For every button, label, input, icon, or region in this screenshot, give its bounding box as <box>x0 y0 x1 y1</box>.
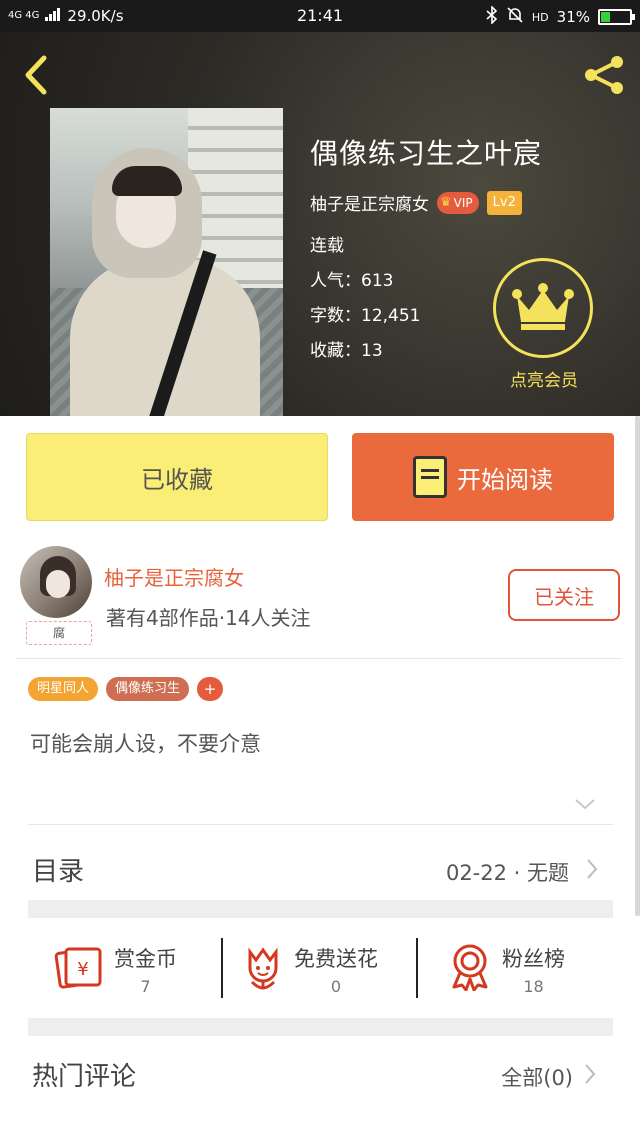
vip-badge: ♛ VIP <box>437 191 479 214</box>
chevron-right-icon <box>583 1062 597 1090</box>
book-cover-image[interactable] <box>50 108 283 416</box>
stat-value: 18 <box>523 976 544 996</box>
author-card[interactable]: 腐 柚子是正宗腐女 著有4部作品·14人关注 已关注 <box>18 544 622 656</box>
stat-divider <box>221 938 223 998</box>
chevron-right-icon <box>585 857 599 885</box>
stat-label: 免费送花 <box>294 946 378 971</box>
hd-indicator: HD <box>531 10 549 24</box>
stat-value: 7 <box>140 976 151 996</box>
cover-figure-hair <box>112 166 182 196</box>
stat-label: 赏金币 <box>114 946 177 971</box>
red-envelope-icon: ¥ <box>54 945 104 993</box>
member-label: 点亮会员 <box>510 371 578 391</box>
svg-text:¥: ¥ <box>77 959 88 980</box>
crown-icon <box>511 280 575 336</box>
status-bar: 4G 4G 29.0K/s 21:41 HD 31% <box>0 0 640 32</box>
toc-latest-chapter: 02-22 · 无题 <box>445 861 569 885</box>
stat-text: 赏金币 7 <box>114 943 177 996</box>
hot-comments-label: 热门评论 <box>32 1062 137 1092</box>
tag-list: 明星同人 偶像练习生 + <box>28 677 224 701</box>
share-icon <box>581 55 627 99</box>
battery-fill <box>601 12 610 22</box>
hot-comments-row[interactable]: 热门评论 全部(0) <box>28 1036 613 1138</box>
table-of-contents-row[interactable]: 目录 02-22 · 无题 <box>28 825 613 909</box>
reward-stats: ¥ 赏金币 7 免费送花 0 粉丝榜 18 <box>28 918 613 1022</box>
crown-icon: ♛ <box>440 195 452 210</box>
book-author[interactable]: 柚子是正宗腐女 <box>310 190 429 215</box>
mute-bell-icon <box>506 6 524 28</box>
tag-celebrity-fanfic[interactable]: 明星同人 <box>28 677 99 701</box>
battery-percent: 31% <box>556 8 590 26</box>
share-button[interactable] <box>578 52 630 102</box>
all-comments-link[interactable]: 全部(0) <box>501 1062 573 1092</box>
favorited-button[interactable]: 已收藏 <box>26 433 328 521</box>
divider <box>16 658 622 659</box>
author-name[interactable]: 柚子是正宗腐女 <box>104 562 244 591</box>
start-reading-label: 开始阅读 <box>457 465 553 494</box>
scrollbar-thumb[interactable] <box>635 416 640 916</box>
stat-label: 粉丝榜 <box>502 946 565 971</box>
book-title: 偶像练习生之叶宸 <box>310 137 543 170</box>
vip-label: VIP <box>453 195 473 210</box>
book-header: 偶像练习生之叶宸 柚子是正宗腐女 ♛ VIP Lv2 连载 人气：613 字数：… <box>0 32 640 416</box>
stat-text: 粉丝榜 18 <box>502 943 565 996</box>
book-description: 可能会崩人设，不要介意 <box>30 732 261 756</box>
stat-divider <box>416 938 418 998</box>
start-reading-button[interactable]: 开始阅读 <box>352 433 614 521</box>
author-summary: 著有4部作品·14人关注 <box>106 606 311 630</box>
toc-label: 目录 <box>32 857 85 887</box>
expand-description-icon[interactable] <box>574 796 596 815</box>
book-detail-panel: 已收藏 开始阅读 腐 柚子是正宗腐女 著有4部作品·14人关注 已关注 明星同人… <box>0 416 640 1138</box>
back-button[interactable] <box>14 52 56 102</box>
section-gap <box>28 900 613 918</box>
bluetooth-icon <box>486 5 498 28</box>
author-avatar[interactable] <box>20 546 92 618</box>
section-gap <box>28 1018 613 1036</box>
add-tag-button[interactable]: + <box>197 677 224 701</box>
avatar-face <box>46 570 70 598</box>
follow-button[interactable]: 已关注 <box>508 569 620 621</box>
book-icon <box>413 456 447 498</box>
back-arrow-icon <box>22 55 48 99</box>
stat-value: 0 <box>330 976 342 996</box>
flower-icon <box>242 944 284 994</box>
battery-icon <box>598 9 635 25</box>
tag-idol-producer[interactable]: 偶像练习生 <box>106 677 190 701</box>
stat-fan-ranking[interactable]: 粉丝榜 18 <box>448 938 565 1000</box>
author-badge: 腐 <box>26 621 92 645</box>
member-button[interactable]: 点亮会员 <box>493 258 595 391</box>
medal-icon <box>448 943 492 995</box>
status-right: HD 31% <box>486 5 635 28</box>
member-ring <box>493 258 593 358</box>
level-badge: Lv2 <box>486 190 522 215</box>
stat-reward-coins[interactable]: ¥ 赏金币 7 <box>54 938 177 1000</box>
stat-free-flowers[interactable]: 免费送花 0 <box>242 938 378 1000</box>
book-author-row: 柚子是正宗腐女 ♛ VIP Lv2 <box>310 190 542 215</box>
stat-text: 免费送花 0 <box>294 943 378 996</box>
